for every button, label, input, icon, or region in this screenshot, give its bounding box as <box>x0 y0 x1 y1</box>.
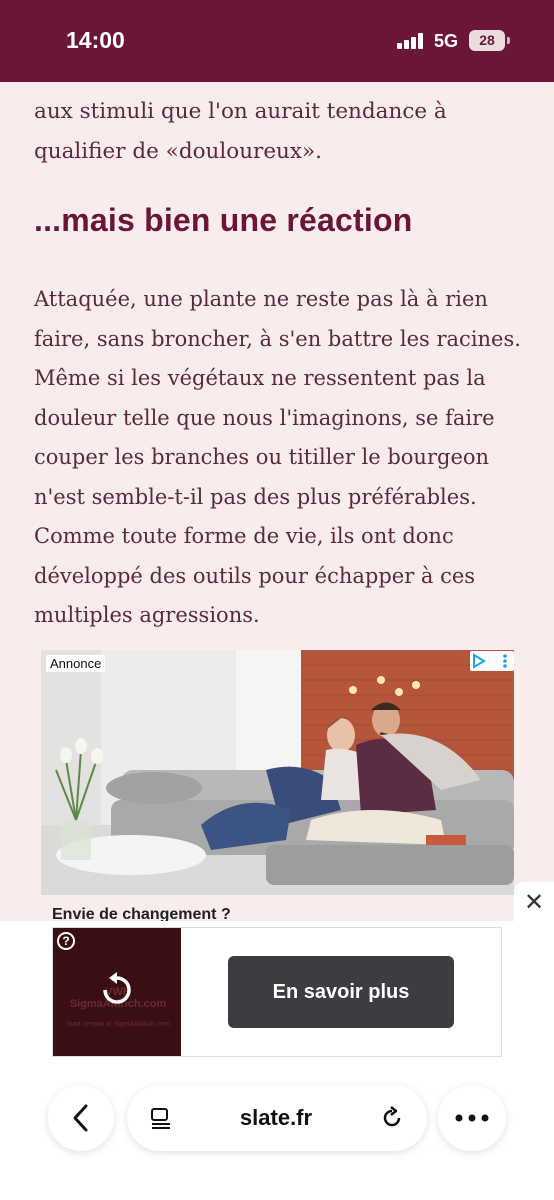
url-text[interactable]: slate.fr <box>240 1105 312 1131</box>
battery-icon: 28 <box>469 30 505 51</box>
reload-icon[interactable] <box>379 1105 405 1131</box>
adchoices-icon[interactable] <box>470 651 514 671</box>
ad-image[interactable] <box>41 650 514 895</box>
replay-icon[interactable] <box>97 970 137 1010</box>
network-type: 5G <box>434 31 459 51</box>
close-ad-button[interactable]: ✕ <box>514 882 554 922</box>
more-horizontal-icon <box>455 1114 489 1122</box>
back-button[interactable] <box>48 1085 114 1151</box>
banner-ad-image[interactable]: ? VWR SigmaAldrich.com Start certain at … <box>53 928 181 1056</box>
article-paragraph: aux stimuli que l'on aurait tendance à q… <box>34 99 447 164</box>
clock: 14:00 <box>66 27 125 53</box>
banner-ad-subtext: Start certain at SigmaAldrich.com <box>66 1021 170 1028</box>
more-button[interactable] <box>438 1085 506 1151</box>
ad-label: Annonce <box>46 655 106 672</box>
learn-more-button[interactable]: En savoir plus <box>228 956 454 1028</box>
signal-icon <box>397 33 427 49</box>
battery-tip <box>507 37 510 44</box>
tabs-icon[interactable] <box>149 1106 173 1130</box>
chevron-left-icon <box>73 1104 88 1132</box>
address-bar[interactable]: slate.fr <box>127 1085 427 1151</box>
help-icon[interactable]: ? <box>57 932 75 950</box>
article-paragraph: Attaquée, une plante ne reste pas là à r… <box>34 287 521 627</box>
section-heading: ...mais bien une réaction <box>34 202 413 238</box>
status-bar: 14:00 5G 28 <box>0 0 554 82</box>
